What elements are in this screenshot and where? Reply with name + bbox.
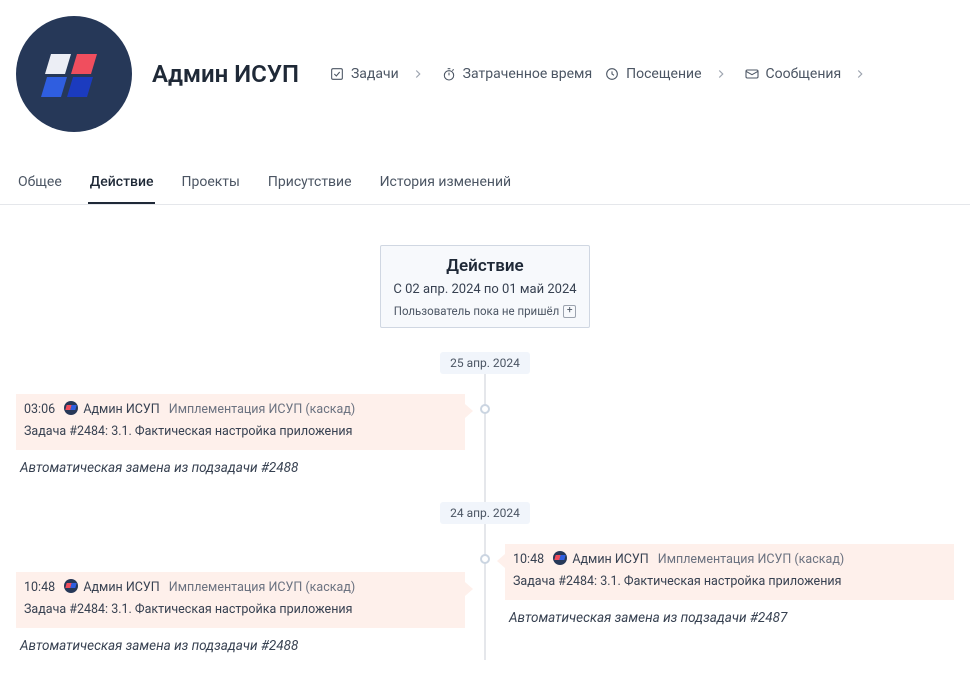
chevron-right-icon[interactable] [853,67,867,81]
page-title: Админ ИСУП [152,60,299,88]
tabs: Общее Действие Проекты Присутствие Истор… [0,164,970,205]
card-time: 10:48 [513,552,544,567]
mail-icon [744,66,760,82]
nav-messages[interactable]: Сообщения [742,62,844,86]
activity-card[interactable]: 10:48 Админ ИСУП Имплементация ИСУП (кас… [505,544,954,632]
nav-attendance[interactable]: Посещение [602,62,703,86]
card-user: Админ ИСУП [572,552,648,567]
timeline-dot [480,404,490,414]
tasks-icon [329,66,345,82]
card-project: Имплементация ИСУП (каскад) [658,552,844,567]
card-project: Имплементация ИСУП (каскад) [169,580,355,595]
summary-note-text: Пользователь пока не пришёл [394,304,560,318]
activity-card[interactable]: 03:06 Админ ИСУП Имплементация ИСУП (кас… [16,394,465,482]
avatar-logo-icon [39,39,109,109]
card-body: Автоматическая замена из подзадачи #2487 [505,600,954,632]
date-badge: 25 апр. 2024 [440,352,530,374]
card-user: Админ ИСУП [83,402,159,417]
card-header: 10:48 Админ ИСУП Имплементация ИСУП (кас… [16,572,465,628]
card-time: 10:48 [24,580,55,595]
tab-general[interactable]: Общее [16,164,64,204]
timeline-row: 10:48 Админ ИСУП Имплементация ИСУП (кас… [0,544,970,660]
summary-note: Пользователь пока не пришёл + [394,304,577,318]
chevron-right-icon[interactable] [411,67,425,81]
card-user: Админ ИСУП [83,580,159,595]
card-task: Задача #2484: 3.1. Фактическая настройка… [24,600,457,620]
content: Действие С 02 апр. 2024 по 01 май 2024 П… [0,205,970,660]
header-nav: Задачи Затраченное время Посещение Сообщ… [327,62,873,86]
chevron-right-icon[interactable] [714,67,728,81]
nav-label: Затраченное время [463,66,592,82]
card-project: Имплементация ИСУП (каскад) [169,402,355,417]
card-header: 03:06 Админ ИСУП Имплементация ИСУП (кас… [16,394,465,450]
activity-card[interactable]: 10:48 Админ ИСУП Имплементация ИСУП (кас… [16,572,465,660]
expand-icon[interactable]: + [563,305,576,318]
summary-range: С 02 апр. 2024 по 01 май 2024 [391,282,579,297]
card-task: Задача #2484: 3.1. Фактическая настройка… [24,422,457,442]
date-badge: 24 апр. 2024 [440,502,530,524]
nav-label: Посещение [626,66,701,82]
nav-time-spent[interactable]: Затраченное время [439,62,594,86]
tab-projects[interactable]: Проекты [179,164,241,204]
user-avatar-icon [64,579,78,593]
nav-tasks[interactable]: Задачи [327,62,401,86]
stopwatch-icon [441,66,457,82]
clock-icon [604,66,620,82]
card-body: Автоматическая замена из подзадачи #2488 [16,450,465,482]
page-header: Админ ИСУП Задачи Затраченное время Посе… [0,0,970,164]
nav-label: Задачи [351,66,399,82]
tab-presence[interactable]: Присутствие [266,164,354,204]
avatar [16,16,132,132]
card-header: 10:48 Админ ИСУП Имплементация ИСУП (кас… [505,544,954,600]
tab-history[interactable]: История изменений [378,164,514,204]
timeline-dot [480,554,490,564]
summary-title: Действие [391,256,579,276]
timeline-row: 03:06 Админ ИСУП Имплементация ИСУП (кас… [0,394,970,482]
tab-activity[interactable]: Действие [88,164,156,204]
user-avatar-icon [64,401,78,415]
card-body: Автоматическая замена из подзадачи #2488 [16,628,465,660]
card-task: Задача #2484: 3.1. Фактическая настройка… [513,572,946,592]
user-avatar-icon [553,551,567,565]
summary-box: Действие С 02 апр. 2024 по 01 май 2024 П… [380,245,590,328]
card-time: 03:06 [24,402,55,417]
nav-label: Сообщения [766,66,842,82]
timeline: 25 апр. 2024 03:06 Админ ИСУП Имплемента… [0,352,970,660]
